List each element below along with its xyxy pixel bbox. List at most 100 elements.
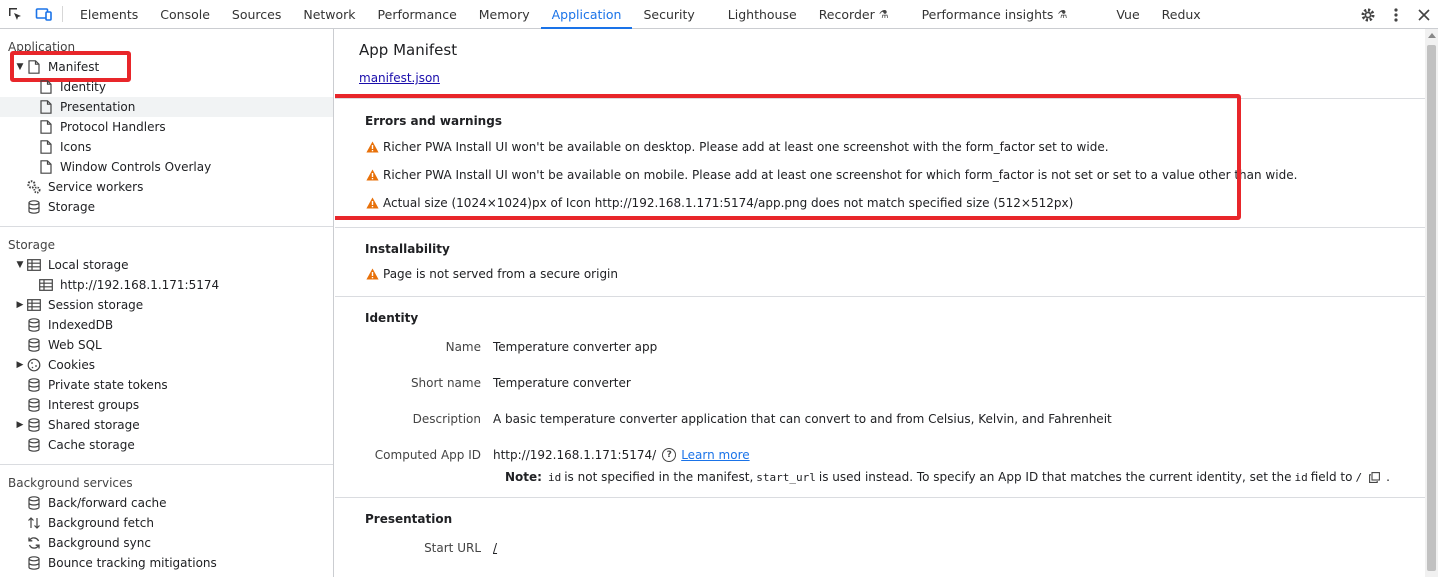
sidebar-item-web-sql[interactable]: Web SQL xyxy=(0,335,333,355)
sidebar-item-shared-storage[interactable]: ▶ Shared storage xyxy=(0,415,333,435)
settings-gear-icon[interactable] xyxy=(1354,0,1382,29)
toolbar-right-actions xyxy=(1354,0,1438,29)
identity-name-row: Name Temperature converter app xyxy=(365,329,1425,365)
sidebar-divider xyxy=(0,226,333,227)
field-value: A basic temperature converter applicatio… xyxy=(493,412,1112,426)
tab-network[interactable]: Network xyxy=(292,0,366,28)
database-icon xyxy=(26,317,42,333)
warning-triangle-icon xyxy=(365,267,379,281)
start-url-link[interactable]: / xyxy=(493,541,497,555)
sidebar-item-bounce-tracking[interactable]: Bounce tracking mitigations xyxy=(0,553,333,573)
section-title: Presentation xyxy=(365,512,453,526)
sidebar-item-storage[interactable]: Storage xyxy=(0,197,333,217)
sidebar-item-identity[interactable]: Identity xyxy=(0,77,333,97)
document-icon xyxy=(38,139,54,155)
sidebar-item-background-fetch[interactable]: Background fetch xyxy=(0,513,333,533)
installability-section: Installability Page is not served from a… xyxy=(335,228,1425,297)
document-icon xyxy=(38,99,54,115)
scroll-up-arrow-icon[interactable] xyxy=(1428,33,1436,38)
tab-redux[interactable]: Redux xyxy=(1151,0,1212,28)
sidebar-item-service-workers[interactable]: Service workers xyxy=(0,177,333,197)
tab-application[interactable]: Application xyxy=(540,0,633,29)
tab-lighthouse[interactable]: Lighthouse xyxy=(706,0,808,28)
manifest-main-panel: App Manifest manifest.json Errors and wa… xyxy=(335,29,1425,577)
experiment-flask-icon: ⚗ xyxy=(878,7,889,21)
sidebar-item-icons[interactable]: Icons xyxy=(0,137,333,157)
tab-performance[interactable]: Performance xyxy=(367,0,468,28)
identity-section: Identity Name Temperature converter app … xyxy=(335,297,1425,498)
more-options-icon[interactable] xyxy=(1382,0,1410,29)
document-icon xyxy=(38,119,54,135)
cookie-icon xyxy=(26,357,42,373)
tab-security[interactable]: Security xyxy=(632,0,705,28)
sidebar-item-cookies[interactable]: ▶ Cookies xyxy=(0,355,333,375)
app-id-note: Note: id is not specified in the manifes… xyxy=(505,470,1390,484)
scrollbar-thumb[interactable] xyxy=(1427,45,1436,571)
field-label: Description xyxy=(412,412,481,426)
inspect-element-icon[interactable] xyxy=(0,0,29,28)
database-icon xyxy=(26,377,42,393)
sidebar-item-background-sync[interactable]: Background sync xyxy=(0,533,333,553)
section-title: Identity xyxy=(365,311,419,325)
database-icon xyxy=(26,437,42,453)
identity-short-name-row: Short name Temperature converter xyxy=(365,365,1425,401)
collapsed-triangle-icon[interactable]: ▶ xyxy=(14,300,26,310)
gears-icon xyxy=(26,179,42,195)
collapsed-triangle-icon[interactable]: ▶ xyxy=(14,420,26,430)
database-icon xyxy=(26,495,42,511)
toolbar-separator xyxy=(62,6,63,22)
sidebar-item-interest-groups[interactable]: Interest groups xyxy=(0,395,333,415)
collapsed-triangle-icon[interactable]: ▶ xyxy=(14,360,26,370)
section-title: Installability xyxy=(365,242,450,256)
expand-triangle-icon[interactable]: ▼ xyxy=(14,260,26,270)
sidebar-item-local-storage-origin[interactable]: http://192.168.1.171:5174 xyxy=(0,275,333,295)
help-question-icon[interactable]: ? xyxy=(662,448,677,462)
warning-row: Page is not served from a secure origin xyxy=(365,266,1425,282)
document-icon xyxy=(38,79,54,95)
tab-recorder[interactable]: Recorder ⚗ xyxy=(808,0,900,28)
manifest-header: App Manifest manifest.json xyxy=(335,29,1425,99)
tab-memory[interactable]: Memory xyxy=(468,0,541,28)
database-icon xyxy=(26,555,42,571)
updown-arrows-icon xyxy=(26,515,42,531)
field-value: Temperature converter xyxy=(493,376,631,390)
tab-elements[interactable]: Elements xyxy=(69,0,149,28)
sidebar-item-protocol-handlers[interactable]: Protocol Handlers xyxy=(0,117,333,137)
sidebar-item-cache-storage[interactable]: Cache storage xyxy=(0,435,333,455)
sidebar-item-back-forward-cache[interactable]: Back/forward cache xyxy=(0,493,333,513)
field-value: Temperature converter app xyxy=(493,340,658,354)
device-toolbar-icon[interactable] xyxy=(29,0,58,28)
copy-icon[interactable] xyxy=(1369,471,1381,483)
tab-performance-insights[interactable]: Performance insights ⚗ xyxy=(900,0,1079,28)
tab-console[interactable]: Console xyxy=(149,0,221,28)
learn-more-link[interactable]: Learn more xyxy=(681,448,749,462)
field-label: Computed App ID xyxy=(374,448,481,462)
manifest-json-link[interactable]: manifest.json xyxy=(359,71,440,85)
sync-icon xyxy=(26,535,42,551)
document-icon xyxy=(38,159,54,175)
tab-vue[interactable]: Vue xyxy=(1078,0,1150,28)
sidebar-item-window-controls-overlay[interactable]: Window Controls Overlay xyxy=(0,157,333,177)
panel-tabs: Elements Console Sources Network Perform… xyxy=(69,0,1212,29)
page-title: App Manifest xyxy=(359,41,458,59)
highlight-box-errors xyxy=(335,94,1241,220)
table-icon xyxy=(26,297,42,313)
sidebar-item-local-storage[interactable]: ▼ Local storage xyxy=(0,255,333,275)
tab-sources[interactable]: Sources xyxy=(221,0,292,28)
presentation-start-url-row: Start URL / xyxy=(365,530,1425,566)
identity-description-row: Description A basic temperature converte… xyxy=(365,401,1425,437)
application-sidebar: Application ▼ Manifest Identity Presenta… xyxy=(0,29,334,577)
close-icon[interactable] xyxy=(1410,0,1438,29)
field-label: Name xyxy=(445,340,481,354)
sidebar-item-presentation[interactable]: Presentation xyxy=(0,97,333,117)
table-icon xyxy=(38,277,54,293)
field-label: Short name xyxy=(410,376,481,390)
main-scrollbar[interactable] xyxy=(1425,29,1438,577)
field-value: http://192.168.1.171:5174/ ? Learn more xyxy=(493,448,750,462)
sidebar-item-private-state-tokens[interactable]: Private state tokens xyxy=(0,375,333,395)
sidebar-item-session-storage[interactable]: ▶ Session storage xyxy=(0,295,333,315)
sidebar-section-background-services: Background services xyxy=(8,476,133,490)
database-icon xyxy=(26,417,42,433)
sidebar-item-indexeddb[interactable]: IndexedDB xyxy=(0,315,333,335)
database-icon xyxy=(26,199,42,215)
